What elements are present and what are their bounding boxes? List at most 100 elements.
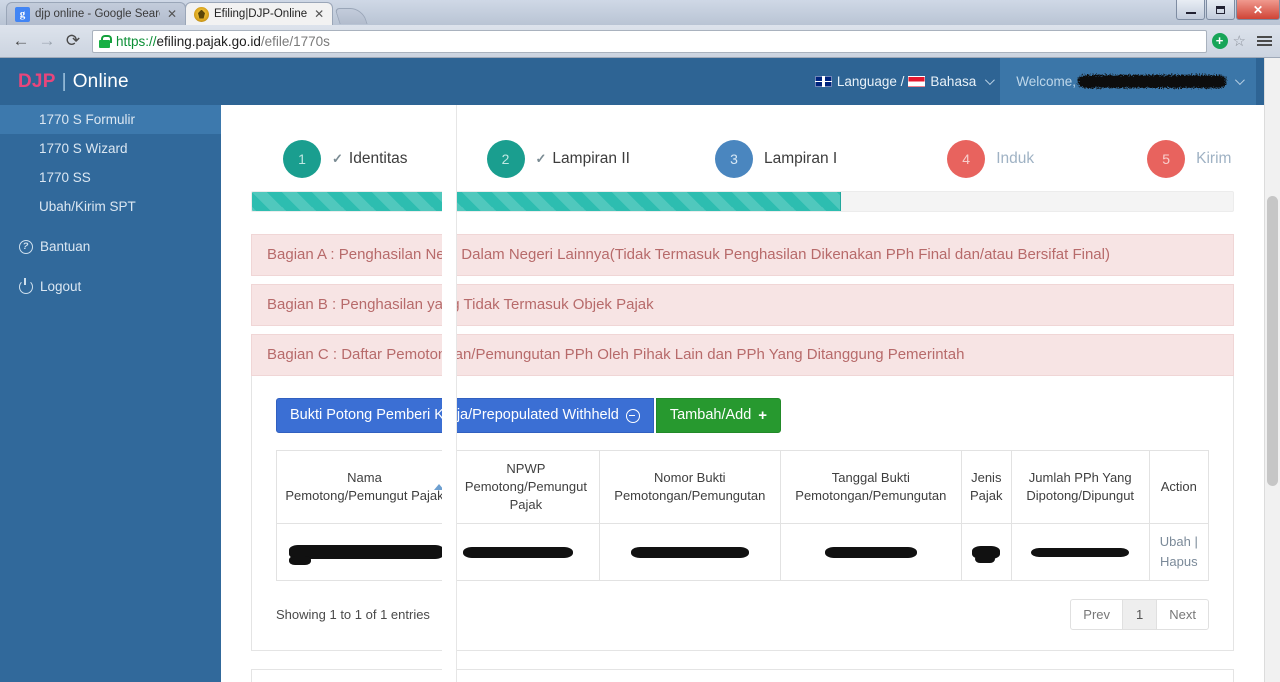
step-kirim[interactable]: 5 Kirim: [1147, 140, 1231, 178]
step-identitas[interactable]: 1 ✓ Identitas: [283, 140, 408, 178]
new-tab-button[interactable]: [334, 8, 368, 24]
column-header-nama[interactable]: Nama Pemotong/Pemungut Pajak: [276, 450, 453, 525]
sidebar-item-1770-s-wizard[interactable]: 1770 S Wizard: [0, 134, 221, 163]
brand-online: Online: [72, 70, 129, 92]
reload-icon[interactable]: ⟳: [60, 28, 86, 54]
url-host: efiling.pajak.go.id: [156, 33, 261, 49]
scrollbar-thumb[interactable]: [1267, 196, 1278, 486]
column-label: NPWP Pemotong/Pemungut Pajak: [464, 461, 587, 513]
delete-link[interactable]: Hapus: [1160, 554, 1198, 569]
window-controls: ✕: [1175, 0, 1280, 21]
chevron-down-icon: [985, 75, 996, 86]
column-header-jumlah-pph[interactable]: Jumlah PPh Yang Dipotong/Dipungut: [1010, 450, 1150, 525]
panel-header-bagian-b[interactable]: Bagian B : Penghasilan yang Tidak Termas…: [251, 284, 1234, 326]
sidebar-item-ubah-kirim-spt[interactable]: Ubah/Kirim SPT: [0, 192, 221, 221]
column-header-npwp[interactable]: NPWP Pemotong/Pemungut Pajak: [452, 450, 600, 525]
language-selector[interactable]: Language / Bahasa: [814, 74, 996, 89]
step-lampiran-ii[interactable]: 2 ✓ Lampiran II: [486, 140, 630, 178]
power-icon: [17, 277, 34, 294]
sidebar-item-label: 1770 SS: [39, 170, 91, 185]
language-label: Language /: [836, 74, 905, 89]
panel-header-bagian-a[interactable]: Bagian A : Penghasilan Neto Dalam Negeri…: [251, 234, 1234, 276]
column-label: Nomor Bukti Pemotongan/Pemungutan: [614, 470, 766, 504]
prepopulated-withheld-button[interactable]: Bukti Potong Pemberi Kerja/Prepopulated …: [276, 398, 654, 434]
sidebar-item-bantuan[interactable]: ? Bantuan: [0, 232, 221, 261]
step-label-wrap: Induk: [996, 150, 1034, 168]
sidebar-item-1770-s-formulir[interactable]: 1770 S Formulir: [0, 105, 221, 134]
redacted-value: [972, 545, 1001, 559]
column-label: Tanggal Bukti Pemotongan/Pemungutan: [795, 470, 947, 504]
add-icon[interactable]: +: [1211, 33, 1228, 49]
table-row[interactable]: Ubah | Hapus: [276, 523, 1210, 582]
add-label: Tambah/Add: [669, 407, 752, 424]
table-header-row: Nama Pemotong/Pemungut Pajak NPWP Pemoto…: [276, 450, 1210, 525]
action-separator: |: [1194, 534, 1198, 550]
browser-tab-efiling[interactable]: Efiling|DJP-Online ✕: [185, 2, 334, 25]
step-number: 5: [1147, 140, 1186, 178]
omnibox-actions: + ☆: [1211, 33, 1272, 49]
back-icon[interactable]: ←: [8, 28, 34, 54]
step-number: 2: [486, 140, 525, 178]
column-header-nomor-bukti[interactable]: Nomor Bukti Pemotongan/Pemungutan: [598, 450, 781, 525]
brand-separator: |: [61, 70, 67, 92]
hamburger-menu-icon[interactable]: [1257, 36, 1272, 46]
accordion-panels: Bagian A : Penghasilan Neto Dalam Negeri…: [251, 234, 1234, 652]
step-number: 4: [947, 140, 986, 178]
lock-icon: [99, 34, 112, 48]
welcome-label: Welcome,: [1016, 74, 1076, 89]
sidebar-item-1770-ss[interactable]: 1770 SS: [0, 163, 221, 192]
progress-bar-fill: [252, 192, 841, 211]
column-label: Jenis Pajak: [970, 470, 1003, 504]
bukti-potong-table: Nama Pemotong/Pemungut Pajak NPWP Pemoto…: [276, 450, 1210, 582]
step-induk[interactable]: 4 Induk: [947, 140, 1034, 178]
redacted-value: [1031, 547, 1130, 557]
column-label: Jumlah PPh Yang Dipotong/Dipungut: [1026, 470, 1135, 504]
url-scheme: https://: [116, 33, 157, 49]
step-label: Lampiran II: [552, 150, 630, 167]
column-label: Action: [1160, 479, 1197, 495]
edit-link[interactable]: Ubah: [1160, 534, 1191, 549]
close-icon[interactable]: ✕: [314, 8, 324, 20]
pagination-prev[interactable]: Prev: [1070, 599, 1124, 631]
table-footer: Showing 1 to 1 of 1 entries Prev 1 Next: [276, 599, 1209, 631]
bookmark-star-icon[interactable]: ☆: [1233, 34, 1246, 49]
redacted-value: [824, 546, 917, 558]
minimize-button[interactable]: [1176, 0, 1205, 20]
add-button[interactable]: Tambah/Add +: [655, 398, 782, 434]
forward-icon[interactable]: →: [34, 28, 60, 54]
wizard-stepper: 1 ✓ Identitas 2 ✓ Lampiran II 3 Lampiran…: [236, 105, 1260, 191]
address-bar[interactable]: https:// efiling.pajak.go.id /efile/1770…: [92, 29, 1207, 53]
close-window-button[interactable]: ✕: [1236, 0, 1280, 20]
vertical-scrollbar[interactable]: [1264, 58, 1280, 682]
user-menu[interactable]: Welcome,: [1000, 58, 1256, 105]
sidebar-item-logout[interactable]: Logout: [0, 272, 221, 301]
table-toolbar: Bukti Potong Pemberi Kerja/Prepopulated …: [276, 398, 1209, 434]
page-body: DJP | Online 1770 S Formulir 1770 S Wiza…: [0, 58, 1280, 682]
step-number: 1: [283, 140, 321, 178]
column-header-jenis-pajak[interactable]: Jenis Pajak: [960, 450, 1012, 525]
brand-logo[interactable]: DJP | Online: [0, 58, 221, 105]
step-lampiran-i[interactable]: 3 Lampiran I: [714, 140, 838, 178]
maximize-button[interactable]: [1206, 0, 1235, 20]
step-number: 3: [714, 140, 753, 178]
sidebar-item-label: Ubah/Kirim SPT: [39, 199, 136, 214]
chevron-down-icon: [1234, 75, 1245, 86]
cell-jenis-pajak: [960, 523, 1012, 582]
column-header-action[interactable]: Action: [1148, 450, 1210, 525]
close-icon[interactable]: ✕: [167, 8, 177, 20]
step-label: Lampiran I: [763, 150, 838, 167]
cell-npwp: [452, 523, 600, 582]
sidebar-item-label: Logout: [40, 279, 82, 294]
brand-djp: DJP: [18, 70, 56, 92]
minus-circle-icon: [625, 408, 640, 423]
step-label: Induk: [996, 150, 1035, 167]
browser-tab-google[interactable]: g djp online - Google Search ✕: [6, 2, 186, 25]
pagination-page-1[interactable]: 1: [1122, 599, 1158, 631]
sidebar-item-label: 1770 S Formulir: [39, 112, 136, 127]
panel-header-bagian-c[interactable]: Bagian C : Daftar Pemotongan/Pemungutan …: [251, 334, 1234, 376]
redacted-value: [463, 546, 573, 558]
column-header-tanggal-bukti[interactable]: Tanggal Bukti Pemotongan/Pemungutan: [779, 450, 962, 525]
pagination-next[interactable]: Next: [1156, 599, 1209, 631]
sidebar-item-label: Bantuan: [40, 239, 91, 254]
check-icon: ✓: [535, 151, 547, 166]
